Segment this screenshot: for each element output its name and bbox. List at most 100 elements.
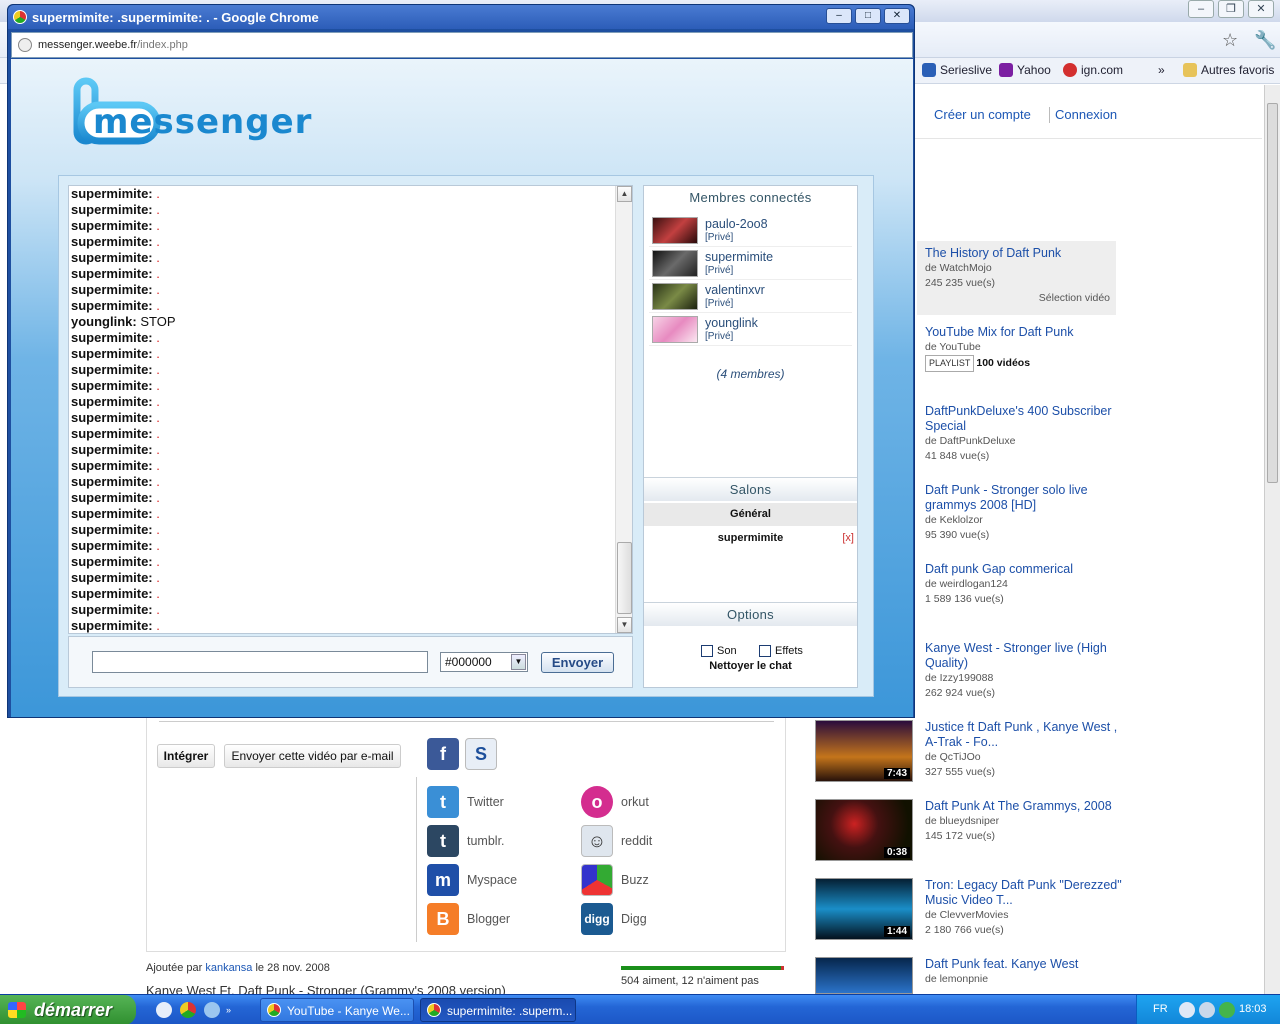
related-video[interactable]: The History of Daft Punk de WatchMojo 24… [925, 246, 1125, 306]
member-item[interactable]: supermimite [Privé] [649, 247, 852, 280]
video-thumbnail[interactable]: 0:38 [815, 799, 913, 861]
download-arrow-icon[interactable] [1219, 1002, 1235, 1018]
uploader-link[interactable]: kankansa [205, 962, 252, 974]
chat-message-input[interactable] [92, 651, 428, 673]
search-icon[interactable] [1199, 1002, 1215, 1018]
member-item[interactable]: younglink [Privé] [649, 313, 852, 346]
chevron-icon[interactable]: » [226, 1005, 236, 1015]
sound-option[interactable]: Son [701, 645, 737, 657]
member-item[interactable]: valentinxvr [Privé] [649, 280, 852, 313]
share-digg[interactable]: digg Digg [581, 903, 647, 935]
share-tumblr[interactable]: t tumblr. [427, 825, 505, 857]
share-label[interactable]: reddit [621, 834, 652, 848]
related-video[interactable]: Daft Punk feat. Kanye West de lemonpnie [925, 957, 1125, 987]
member-item[interactable]: paulo-2oo8 [Privé] [649, 214, 852, 247]
member-name[interactable]: valentinxvr [705, 283, 765, 297]
login-link[interactable]: Connexion [1055, 107, 1117, 122]
scroll-down-arrow-icon[interactable]: ▼ [617, 617, 632, 633]
popup-maximize-button[interactable]: □ [855, 8, 881, 24]
member-name[interactable]: supermimite [705, 250, 773, 264]
effects-option[interactable]: Effets [759, 645, 803, 657]
color-select[interactable]: #000000 ▼ [440, 652, 528, 672]
task-youtube[interactable]: YouTube - Kanye We... [260, 998, 414, 1022]
member-private-tag[interactable]: [Privé] [705, 232, 733, 243]
language-indicator[interactable]: FR [1153, 1003, 1168, 1015]
bookmark-autres-favoris[interactable]: Autres favoris [1183, 63, 1274, 77]
effects-checkbox[interactable] [759, 645, 771, 657]
share-orkut[interactable]: o orkut [581, 786, 649, 818]
share-label[interactable]: Blogger [467, 912, 510, 926]
task-messenger[interactable]: supermimite: .superm... [420, 998, 576, 1022]
member-private-tag[interactable]: [Privé] [705, 298, 733, 309]
popup-titlebar[interactable]: supermimite: .supermimite: . - Google Ch… [8, 5, 914, 29]
related-title[interactable]: DaftPunkDeluxe's 400 Subscriber Special [925, 404, 1125, 434]
share-reddit[interactable]: ☺ reddit [581, 825, 652, 857]
related-title[interactable]: Tron: Legacy Daft Punk "Derezzed" Music … [925, 878, 1125, 908]
room-item[interactable]: supermimite [x] [644, 527, 857, 550]
tray-back-icon[interactable] [1179, 1002, 1195, 1018]
wrench-icon[interactable]: 🔧 [1254, 30, 1276, 51]
bookmark-serieslive[interactable]: Serieslive [922, 63, 992, 77]
message-scrollbar[interactable]: ▲ ▼ [615, 186, 632, 633]
message-area[interactable]: supermimite: . supermimite: . supermimite:… [68, 185, 633, 634]
create-account-link[interactable]: Créer un compte [934, 107, 1031, 122]
member-private-tag[interactable]: [Privé] [705, 331, 733, 342]
related-title[interactable]: Justice ft Daft Punk , Kanye West , A-Tr… [925, 720, 1125, 750]
related-title[interactable]: Kanye West - Stronger live (High Quality… [925, 641, 1125, 671]
video-thumbnail[interactable]: 1:44 [815, 878, 913, 940]
sound-checkbox[interactable] [701, 645, 713, 657]
related-title[interactable]: YouTube Mix for Daft Punk [925, 325, 1125, 340]
related-title[interactable]: Daft Punk - Stronger solo live grammys 2… [925, 483, 1125, 513]
share-buzz[interactable]: Buzz [581, 864, 649, 896]
room-name[interactable]: Général [730, 508, 771, 520]
bookmark-ign[interactable]: ign.com [1063, 63, 1123, 77]
chrome-quicklaunch-icon[interactable] [180, 1002, 196, 1018]
related-video[interactable]: Kanye West - Stronger live (High Quality… [925, 641, 1125, 701]
minimize-button[interactable]: – [1188, 0, 1214, 18]
video-thumbnail[interactable]: 7:43 [815, 720, 913, 782]
share-label[interactable]: Buzz [621, 873, 649, 887]
related-title[interactable]: Daft punk Gap commerical [925, 562, 1125, 577]
ie-quicklaunch-icon[interactable] [204, 1002, 220, 1018]
share-twitter[interactable]: t Twitter [427, 786, 504, 818]
email-video-button[interactable]: Envoyer cette vidéo par e-mail [224, 744, 401, 768]
restore-button[interactable]: ❐ [1218, 0, 1244, 18]
bookmark-star-icon[interactable]: ☆ [1222, 30, 1238, 51]
related-title[interactable]: The History of Daft Punk [925, 246, 1125, 261]
share-label[interactable]: orkut [621, 795, 649, 809]
related-video[interactable]: YouTube Mix for Daft Punk de YouTube PLA… [925, 325, 1125, 372]
share-blogger[interactable]: B Blogger [427, 903, 510, 935]
related-video[interactable]: Justice ft Daft Punk , Kanye West , A-Tr… [925, 720, 1125, 780]
member-name[interactable]: paulo-2oo8 [705, 217, 768, 231]
popup-minimize-button[interactable]: – [826, 8, 852, 24]
myspace-star-share[interactable]: S [465, 738, 497, 770]
close-room-button[interactable]: [x] [842, 527, 854, 550]
popup-close-button[interactable]: ✕ [884, 8, 910, 24]
related-video[interactable]: Daft punk Gap commerical de weirdlogan12… [925, 562, 1125, 607]
start-button[interactable]: démarrer [0, 995, 136, 1024]
popup-address-bar[interactable]: messenger.weebe.fr/index.php [11, 32, 913, 58]
dropdown-arrow-icon[interactable]: ▼ [511, 654, 526, 670]
related-video[interactable]: Daft Punk - Stronger solo live grammys 2… [925, 483, 1125, 543]
share-label[interactable]: Twitter [467, 795, 504, 809]
share-myspace[interactable]: m Myspace [427, 864, 517, 896]
related-title[interactable]: Daft Punk At The Grammys, 2008 [925, 799, 1125, 814]
room-name[interactable]: supermimite [718, 532, 783, 544]
related-video[interactable]: Tron: Legacy Daft Punk "Derezzed" Music … [925, 878, 1125, 938]
clear-chat-button[interactable]: Nettoyer le chat [644, 660, 857, 672]
share-label[interactable]: Myspace [467, 873, 517, 887]
scroll-thumb[interactable] [617, 542, 632, 614]
room-item[interactable]: Général [644, 503, 857, 526]
show-desktop-icon[interactable] [156, 1002, 172, 1018]
page-scrollbar[interactable] [1264, 85, 1280, 994]
related-video[interactable]: Daft Punk At The Grammys, 2008 de blueyd… [925, 799, 1125, 844]
member-private-tag[interactable]: [Privé] [705, 265, 733, 276]
related-title[interactable]: Daft Punk feat. Kanye West [925, 957, 1125, 972]
related-video[interactable]: DaftPunkDeluxe's 400 Subscriber Special … [925, 404, 1125, 464]
scroll-up-arrow-icon[interactable]: ▲ [617, 186, 632, 202]
share-label[interactable]: Digg [621, 912, 647, 926]
member-name[interactable]: younglink [705, 316, 758, 330]
share-label[interactable]: tumblr. [467, 834, 505, 848]
video-thumbnail[interactable] [815, 957, 913, 994]
bookmark-yahoo[interactable]: Yahoo [999, 63, 1051, 77]
